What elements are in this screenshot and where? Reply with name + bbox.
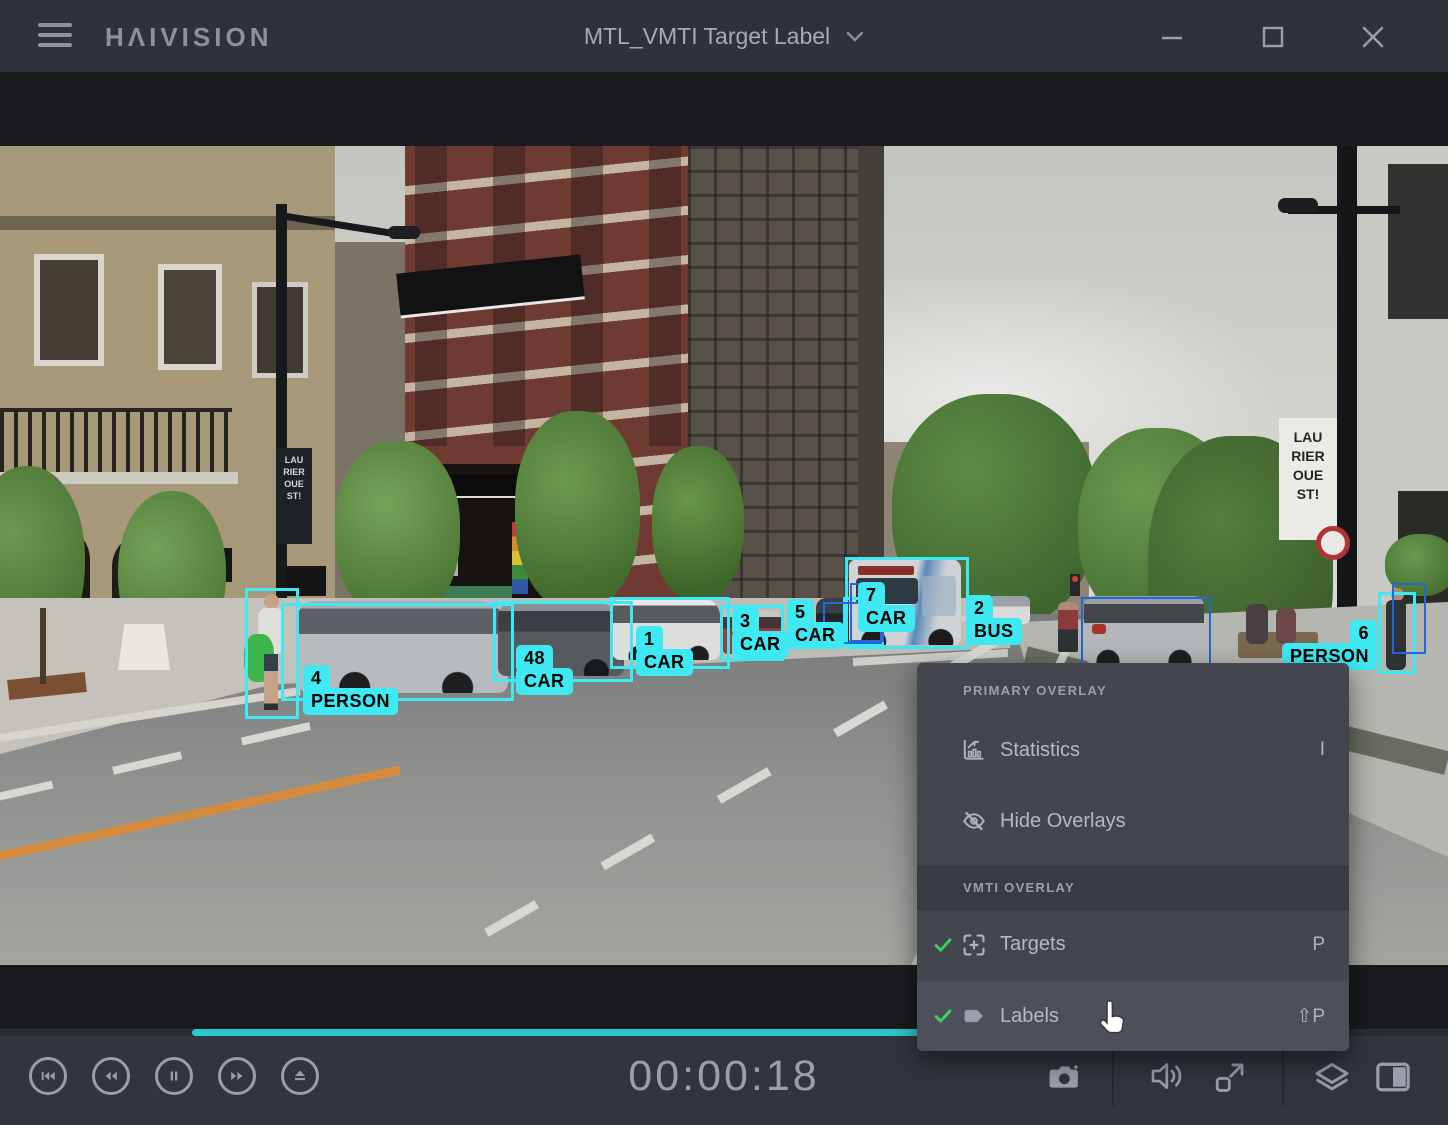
eject-button[interactable] (281, 1057, 319, 1095)
menu-item-hide-overlays[interactable]: Hide Overlays (917, 785, 1349, 857)
scene-person-crossing (1058, 602, 1078, 652)
scene-bus-side-windows (922, 576, 956, 616)
controls-separator (1112, 1050, 1114, 1106)
scene-person-body (1386, 600, 1406, 670)
fast-forward-button[interactable] (218, 1057, 256, 1095)
menu-item-targets[interactable]: Targets P (917, 908, 1349, 981)
pause-icon (164, 1066, 184, 1086)
menu-section-band: VMTI OVERLAY (917, 866, 1349, 910)
target-label: 5 CAR (787, 599, 844, 649)
stream-title-dropdown[interactable]: MTL_VMTI Target Label (584, 0, 864, 72)
volume-button[interactable] (1150, 1060, 1188, 1092)
menu-item-label: Labels (1000, 1005, 1059, 1028)
scene-person-seated (1246, 604, 1268, 644)
speaker-icon (1150, 1060, 1188, 1092)
checkmark-icon (933, 935, 953, 955)
scene-person-head (264, 594, 279, 609)
timecode: 00:00:18 (628, 1052, 819, 1101)
menu-item-label: Hide Overlays (1000, 810, 1126, 833)
side-panel-button[interactable] (1374, 1060, 1412, 1094)
statistics-icon (961, 737, 987, 763)
layers-icon (1312, 1060, 1352, 1096)
eye-off-icon (961, 808, 987, 834)
hamburger-line (38, 33, 72, 37)
overlay-layers-button[interactable] (1312, 1060, 1352, 1096)
target-id: 3 (732, 608, 759, 635)
target-class: CAR (858, 605, 915, 632)
scene-bus-destination-sign (858, 566, 914, 575)
menu-item-label: Targets (1000, 933, 1066, 956)
minimize-button[interactable] (1159, 24, 1185, 50)
scene-suv-taillight (1092, 624, 1106, 634)
label-tag-icon (961, 1003, 987, 1029)
checkmark-icon (933, 1006, 953, 1026)
target-id: 7 (858, 582, 885, 609)
rewind-icon (101, 1066, 121, 1086)
fast-forward-icon (227, 1066, 247, 1086)
chevron-down-icon (846, 31, 864, 42)
scene-person-dark-right (1382, 588, 1412, 670)
fullscreen-button[interactable] (1212, 1060, 1248, 1094)
target-class: CAR (787, 622, 844, 649)
camera-icon (1047, 1060, 1083, 1092)
target-class: CAR (732, 631, 789, 658)
hamburger-line (38, 43, 72, 47)
hamburger-menu-button[interactable] (38, 23, 72, 49)
target-class: CAR (516, 668, 573, 695)
scene-person-legs (264, 654, 278, 710)
menu-item-label: Statistics (1000, 739, 1080, 762)
controls-separator (1282, 1050, 1284, 1106)
target-label: 1 CAR (636, 626, 693, 676)
scene-person-green-bag (248, 594, 292, 714)
menu-section-header: PRIMARY OVERLAY (963, 683, 1107, 698)
menu-item-shortcut: ⇧P (1296, 1005, 1325, 1028)
hamburger-line (38, 23, 72, 27)
menu-item-labels[interactable]: Labels ⇧P (917, 981, 1349, 1051)
eject-icon (290, 1066, 310, 1086)
expand-icon (1212, 1060, 1248, 1094)
maximize-button[interactable] (1260, 24, 1286, 50)
skip-to-start-icon (38, 1066, 58, 1086)
haivision-logo: HΛIVISION (105, 22, 272, 53)
close-button[interactable] (1360, 24, 1386, 50)
menu-item-shortcut: P (1312, 934, 1325, 956)
target-label: 7 CAR (858, 582, 915, 632)
menu-section-header: VMTI OVERLAY (963, 880, 1075, 895)
target-label: 4 PERSON (303, 665, 398, 715)
application-window: HΛIVISION MTL_VMTI Target Label (0, 0, 1448, 1125)
target-label: 2 BUS (966, 595, 1022, 645)
overlay-context-menu: PRIMARY OVERLAY Statistics I (917, 663, 1349, 1051)
pause-button[interactable] (155, 1057, 193, 1095)
menu-item-statistics[interactable]: Statistics I (917, 715, 1349, 785)
titlebar: HΛIVISION MTL_VMTI Target Label (0, 0, 1448, 72)
target-id: 6 (1350, 620, 1377, 647)
target-label: 48 CAR (516, 645, 573, 695)
target-class: CAR (636, 649, 693, 676)
target-label: 3 CAR (732, 608, 789, 658)
skip-to-start-button[interactable] (29, 1057, 67, 1095)
target-id: 2 (966, 595, 993, 622)
stream-title: MTL_VMTI Target Label (584, 23, 830, 50)
target-id: 48 (516, 645, 553, 672)
target-class: BUS (966, 618, 1022, 645)
target-class: PERSON (303, 688, 398, 715)
panel-icon (1374, 1060, 1412, 1094)
rewind-button[interactable] (92, 1057, 130, 1095)
target-id: 4 (303, 665, 330, 692)
target-id: 1 (636, 626, 663, 653)
menu-item-shortcut: I (1320, 739, 1325, 761)
target-id: 5 (787, 599, 814, 626)
snapshot-button[interactable] (1047, 1060, 1083, 1092)
targets-icon (961, 932, 987, 958)
scene-traffic-light-red (1072, 576, 1078, 582)
